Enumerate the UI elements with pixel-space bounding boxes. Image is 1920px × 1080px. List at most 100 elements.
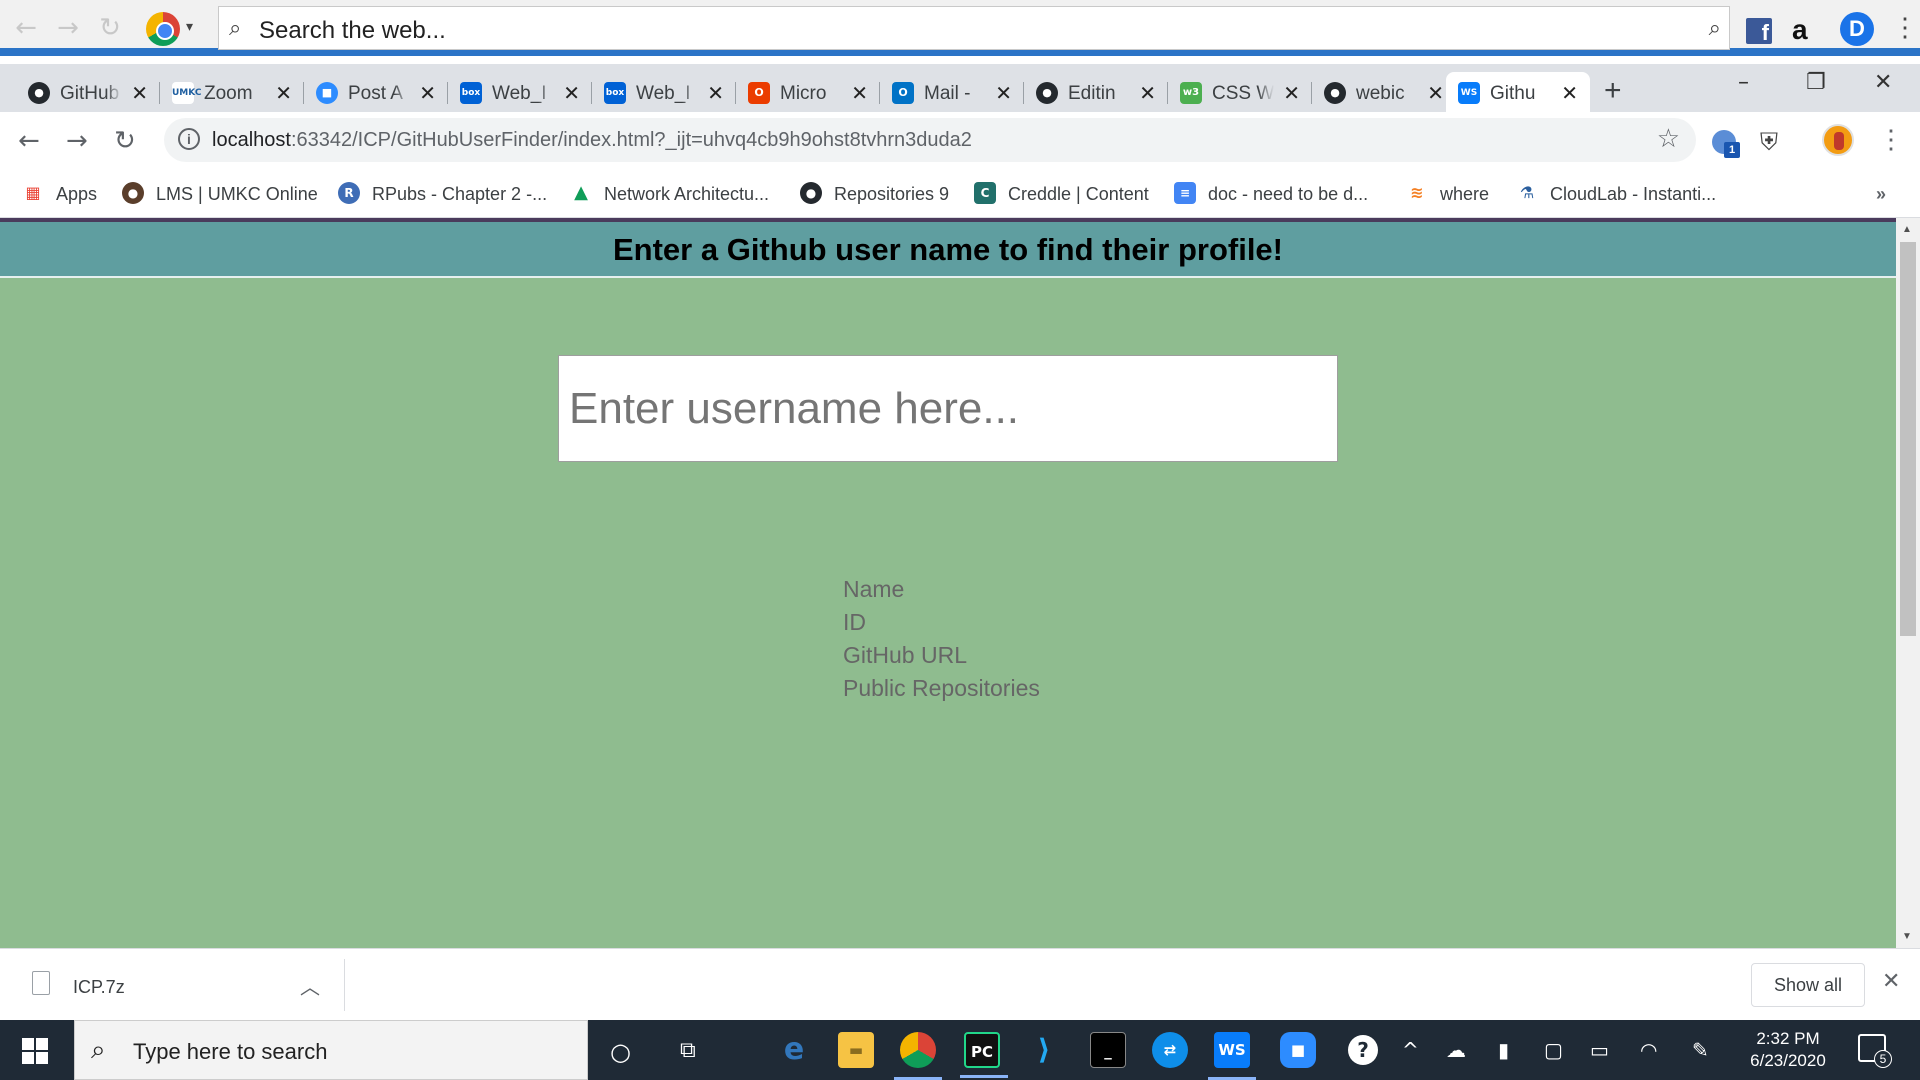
page-scrollbar[interactable]: ▲ ▼ [1896,218,1920,948]
profile-fields: Name ID GitHub URL Public Repositories [843,573,1040,705]
edge-icon[interactable]: e [776,1032,812,1068]
username-input[interactable] [558,355,1338,462]
profile-github-url-label: GitHub URL [843,642,967,668]
scroll-up-icon[interactable]: ▲ [1902,224,1912,235]
close-icon[interactable]: ✕ [563,81,580,105]
battery-icon[interactable]: ▭ [1590,1038,1609,1062]
outlook-icon: O [892,82,914,104]
profile-avatar[interactable] [1822,124,1854,156]
extension-icon[interactable]: 1 [1712,130,1740,158]
bookmark-label: RPubs - Chapter 2 -... [372,184,548,204]
taskbar-search-box[interactable]: ⌕ Type here to search [74,1020,588,1080]
tab-label: Post A [348,83,410,105]
tab-webic[interactable]: ● webic ✕ [1312,72,1456,112]
tab-zoom[interactable]: UMKC Zoom ✕ [160,72,304,112]
chevron-down-icon[interactable]: ▾ [186,18,193,35]
omnibox[interactable]: i localhost:63342/ICP/GitHubUserFinder/i… [164,118,1696,162]
bookmark-label: where [1440,184,1490,204]
forward-icon[interactable]: → [66,126,88,156]
tab-web-1[interactable]: box Web_I ✕ [448,72,592,112]
close-icon[interactable]: ✕ [851,81,868,105]
tab-label: Web_I [492,83,554,105]
close-icon[interactable]: ✕ [1561,81,1578,105]
minimize-icon[interactable]: – [1738,70,1749,95]
close-icon[interactable]: ✕ [707,81,724,105]
tab-label: CSS W [1212,83,1274,105]
bookmark-label: LMS | UMKC Online [156,184,318,204]
tab-editing[interactable]: ● Editin ✕ [1024,72,1168,112]
close-icon[interactable]: ✕ [1139,81,1156,105]
box-icon: box [460,82,482,104]
toolbar-refresh-icon[interactable]: ↻ [96,14,124,42]
divider [344,959,345,1011]
shield-icon[interactable]: ⛨ [1760,128,1778,156]
tab-post[interactable]: ■ Post A ✕ [304,72,448,112]
window-close-icon[interactable]: ✕ [1874,70,1892,95]
tab-label: Editin [1068,83,1130,105]
amazon-icon[interactable]: a [1792,14,1808,46]
scrollbar-thumb[interactable] [1900,242,1916,636]
info-icon[interactable]: i [178,128,200,150]
tab-mail[interactable]: O Mail - ✕ [880,72,1024,112]
tab-label: Web_I [636,83,698,105]
download-file-name[interactable]: ICP.7z [73,977,125,998]
tab-label: Githu [1490,83,1552,105]
close-icon[interactable]: ✕ [131,81,148,105]
windows-start-icon[interactable] [22,1038,48,1064]
close-icon[interactable]: ✕ [995,81,1012,105]
toolbar-back-icon[interactable]: ← [12,14,40,42]
task-view-icon[interactable]: ⧉ [680,1038,696,1063]
close-icon[interactable]: ✕ [1283,81,1300,105]
zoom-icon[interactable]: ■ [1280,1032,1316,1068]
profile-id-label: ID [843,609,866,635]
new-tab-button[interactable]: + [1604,74,1622,108]
display-icon[interactable]: ▢ [1544,1038,1563,1062]
reload-icon[interactable]: ↻ [114,126,136,156]
close-icon[interactable]: ✕ [1427,81,1444,105]
close-icon[interactable]: ✕ [419,81,436,105]
back-icon[interactable]: ← [18,126,40,156]
close-icon[interactable]: ✕ [275,81,292,105]
file-explorer-icon[interactable]: ▬ [838,1032,874,1068]
onedrive-icon[interactable]: ☁ [1446,1038,1466,1062]
vscode-icon[interactable]: ⟩ [1026,1032,1062,1068]
terminal-icon[interactable]: _ [1090,1032,1126,1068]
tab-web-2[interactable]: box Web_I ✕ [592,72,736,112]
pycharm-icon[interactable]: PC [960,1032,1008,1078]
toolbar-forward-icon[interactable]: → [54,14,82,42]
microphone-icon[interactable]: ▮ [1498,1038,1509,1062]
pen-icon[interactable]: ✎ [1692,1038,1709,1062]
web-search-input[interactable]: ⌕ Search the web... ⌕ [218,6,1730,50]
zoom-icon[interactable]: ⌕ [1709,16,1721,41]
taskbar-clock[interactable]: 2:32 PM 6/23/2020 [1740,1028,1836,1072]
help-icon[interactable]: ? [1348,1035,1378,1065]
tab-microsoft[interactable]: O Micro ✕ [736,72,880,112]
webstorm-icon[interactable]: WS [1208,1032,1256,1080]
tab-css[interactable]: w3 CSS W ✕ [1168,72,1312,112]
notification-center-icon[interactable]: 5 [1858,1034,1892,1068]
facebook-icon[interactable]: f [1746,18,1772,45]
close-icon[interactable]: ✕ [1882,969,1900,994]
tab-label: Zoom [204,83,266,105]
tab-github-user-finder[interactable]: WS Githu ✕ [1446,72,1590,112]
umkc-zoom-icon: UMKC [172,82,201,104]
show-all-button[interactable]: Show all [1751,963,1865,1007]
tab-github[interactable]: ● GitHub ✕ [16,72,160,112]
chevron-up-icon[interactable]: ^ [1402,1038,1419,1062]
chrome-icon[interactable] [894,1032,942,1080]
google-docs-icon: ≡ [1174,182,1196,204]
chrome-logo-icon[interactable] [146,12,180,46]
cortana-icon[interactable]: ○ [610,1038,631,1066]
dogpile-icon[interactable]: D [1840,12,1874,46]
more-bookmarks-icon[interactable]: » [1876,184,1886,205]
bookmark-label: CloudLab - Instanti... [1550,184,1717,204]
url-text[interactable]: localhost:63342/ICP/GitHubUserFinder/ind… [212,129,972,152]
toolbar-menu-icon[interactable]: ⋮ [1892,12,1918,43]
chevron-up-icon[interactable]: ︿ [300,971,320,1000]
wifi-icon[interactable]: ◠ [1640,1038,1657,1062]
restore-icon[interactable]: ❐ [1806,70,1826,95]
teamviewer-icon[interactable]: ⇄ [1152,1032,1188,1068]
chrome-menu-icon[interactable]: ⋮ [1878,124,1904,155]
bookmark-star-icon[interactable]: ☆ [1657,124,1680,154]
scroll-down-icon[interactable]: ▼ [1902,931,1912,942]
